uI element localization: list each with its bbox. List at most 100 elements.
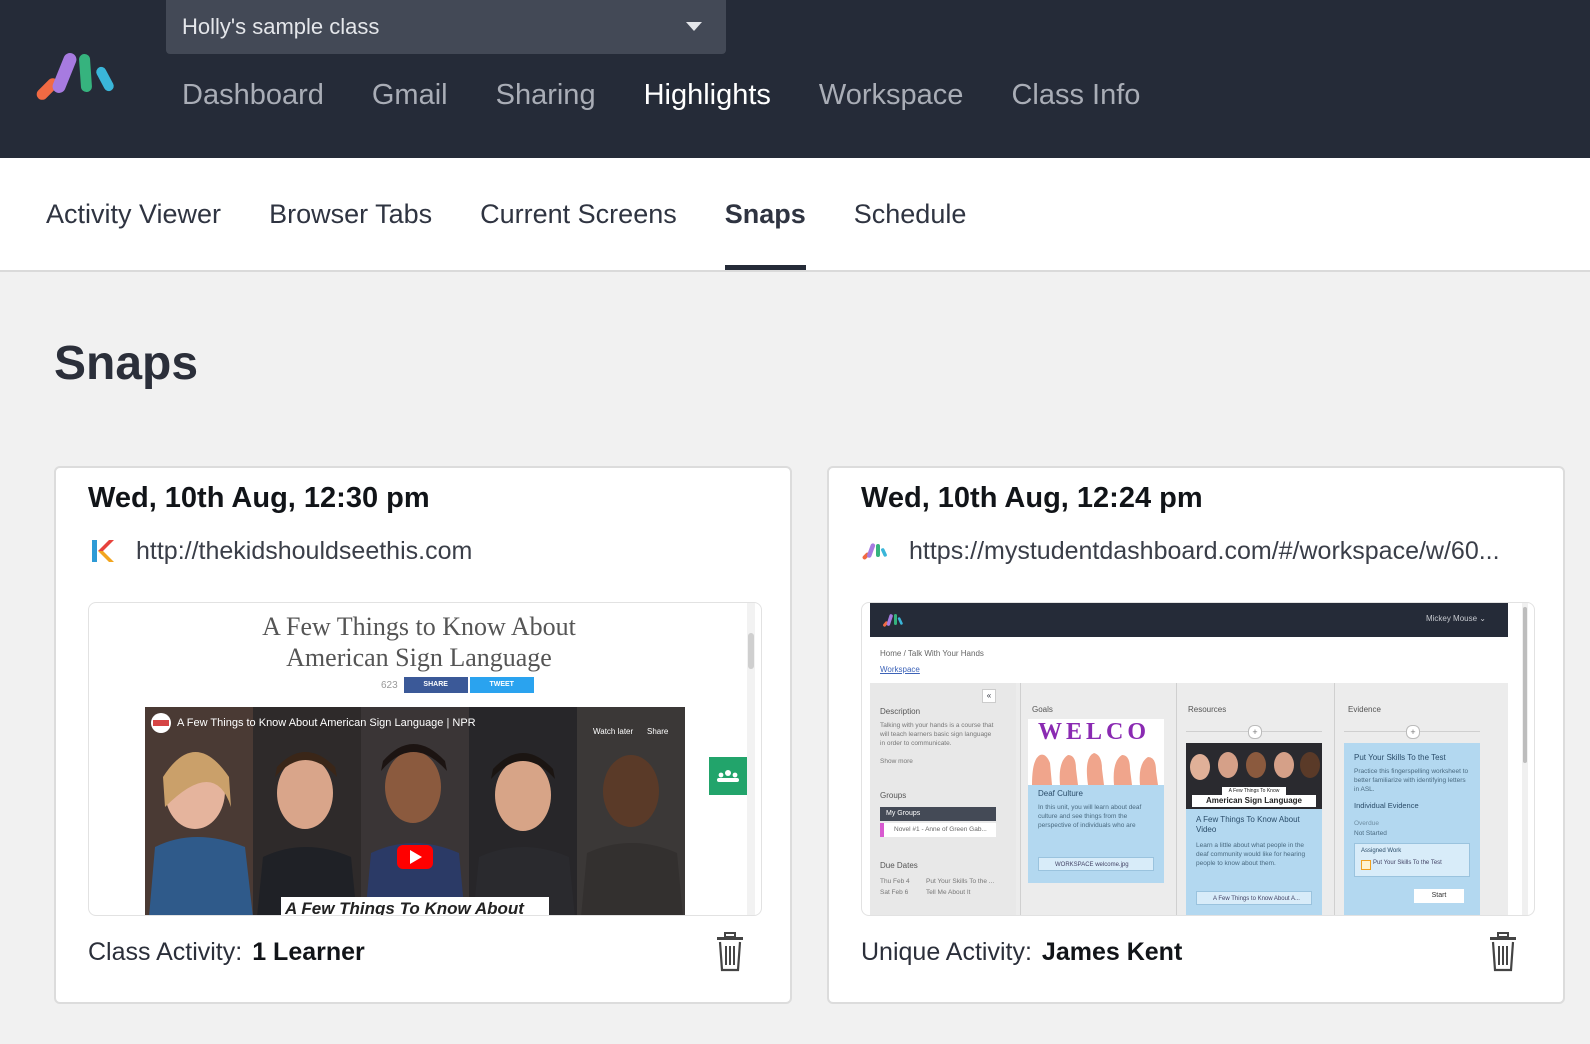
snap-thumbnail[interactable]: Mickey Mouse ⌄ Home / Talk With Your Han…: [861, 602, 1535, 916]
thumb-resource-title: A Few Things To Know About Video: [1196, 815, 1300, 834]
thumb-show-more: Show more: [880, 758, 913, 765]
caret-down-icon: [686, 22, 702, 31]
thumb-start-button: Start: [1414, 889, 1464, 903]
kidshouldsee-k-icon: [92, 540, 114, 562]
thumb-title-line1: A Few Things to Know About: [262, 612, 576, 641]
thumb-workspace-link: Workspace: [880, 665, 920, 674]
thumb-user-menu: Mickey Mouse ⌄: [1425, 614, 1486, 623]
thumb-due-head: Due Dates: [880, 861, 918, 870]
snap-time: Wed, 10th Aug, 12:24 pm: [861, 482, 1203, 514]
thumb-resources-head: Resources: [1188, 705, 1227, 714]
thumb-group-item: Novel #1 - Anne of Green Gab...: [880, 823, 996, 837]
thumb-due-1-item: Put Your Skills To the ...: [926, 878, 995, 885]
tab-current-screens[interactable]: Current Screens: [480, 158, 677, 270]
thumb-app-logo-icon: [883, 614, 903, 627]
thumb-asl-banner-small: A Few Things To Know About: [1222, 787, 1286, 802]
thumb-resource-card: A Few Things To Know About Video Learn a…: [1186, 809, 1322, 915]
thumb-due-2-item: Tell Me About It: [926, 889, 971, 896]
thumb-goal-card: Deaf Culture In this unit, you will lear…: [1028, 785, 1164, 883]
thumb-assigned-work: Assigned Work Put Your Skills To the Tes…: [1354, 843, 1470, 877]
thumb-evidence-title: Put Your Skills To the Test: [1354, 753, 1446, 762]
thumb-scrollbar: [747, 603, 755, 915]
nav-dashboard[interactable]: Dashboard: [182, 74, 324, 116]
snap-url-row[interactable]: https://mystudentdashboard.com/#/workspa…: [861, 534, 1500, 568]
trash-icon[interactable]: [1487, 932, 1519, 972]
snap-thumbnail[interactable]: A Few Things to Know About American Sign…: [88, 602, 762, 916]
thumb-page-title: A Few Things to Know About American Sign…: [89, 611, 749, 673]
thumb-evidence-card: Put Your Skills To the Test Practice thi…: [1344, 743, 1480, 915]
task-icon: [1361, 860, 1371, 870]
add-resource-icon: +: [1248, 725, 1262, 739]
nav-gmail[interactable]: Gmail: [372, 74, 448, 116]
video-title: A Few Things to Know About American Sign…: [177, 717, 476, 729]
collapse-icon: «: [982, 689, 996, 703]
add-evidence-icon: +: [1406, 725, 1420, 739]
snap-footer: Class Activity: 1 Learner: [88, 932, 758, 972]
sub-nav-bar: Activity Viewer Browser Tabs Current Scr…: [0, 158, 1590, 272]
snap-url: http://thekidshouldseethis.com: [136, 536, 473, 565]
nav-workspace[interactable]: Workspace: [819, 74, 964, 116]
thumb-overdue: Overdue: [1354, 820, 1379, 827]
thumb-twitter-share: TWEET: [469, 677, 534, 693]
snap-url: https://mystudentdashboard.com/#/workspa…: [909, 536, 1500, 565]
thumb-app-header: Mickey Mouse ⌄: [870, 603, 1508, 637]
mystudentdashboard-logo-icon: [862, 543, 887, 560]
thumb-description-head: Description: [880, 707, 921, 716]
video-people-image: [145, 707, 685, 915]
video-caption: A Few Things To Know About: [285, 899, 524, 916]
thumb-due-1-date: Thu Feb 4: [880, 878, 910, 885]
thumb-facebook-share: SHARE: [403, 677, 468, 693]
activity-value: 1 Learner: [252, 937, 365, 966]
thumb-not-started: Not Started: [1354, 830, 1387, 837]
thumb-goals-head: Goals: [1032, 705, 1053, 714]
thumb-due-2-date: Sat Feb 6: [880, 889, 909, 896]
page-title: Snaps: [54, 337, 199, 390]
thumb-share-bar: 623 SHARE TWEET: [381, 677, 534, 693]
hands-icon: [1032, 753, 1158, 785]
thumb-evidence-head: Evidence: [1348, 705, 1381, 714]
activity-value: James Kent: [1041, 937, 1183, 966]
thumb-groups-head: Groups: [880, 791, 907, 800]
thumb-assigned-work-label: Assigned Work: [1361, 848, 1402, 854]
thumb-resource-link: A Few Things to Know About A...: [1196, 891, 1312, 905]
thumb-description-text: Talking with your hands is a course that…: [880, 722, 994, 747]
snap-card: Wed, 10th Aug, 12:30 pm http://thekidsho…: [54, 466, 792, 1004]
thumb-workspace-body: « Description Talking with your hands is…: [870, 683, 1508, 915]
tab-activity-viewer[interactable]: Activity Viewer: [46, 158, 221, 270]
thumb-welcome-image: WELCO: [1028, 719, 1164, 785]
nav-sharing[interactable]: Sharing: [496, 74, 596, 116]
thumb-title-line2: American Sign Language: [286, 643, 552, 672]
snap-footer: Unique Activity: James Kent: [861, 932, 1531, 972]
thumb-asl-banner: American Sign Language: [1192, 795, 1316, 807]
tab-browser-tabs[interactable]: Browser Tabs: [269, 158, 432, 270]
main-nav: Dashboard Gmail Sharing Highlights Works…: [182, 74, 1188, 116]
nav-highlights[interactable]: Highlights: [644, 74, 771, 116]
thumb-welcome-word: WELCO: [1038, 719, 1151, 745]
thumb-video-frame: A Few Things to Know About American Sign…: [145, 707, 685, 916]
app-logo-icon[interactable]: [36, 50, 120, 106]
class-selector[interactable]: Holly's sample class: [166, 0, 726, 54]
thumb-resource-text: Learn a little about what people in the …: [1196, 842, 1306, 867]
sub-nav: Activity Viewer Browser Tabs Current Scr…: [46, 158, 1014, 270]
thumb-scrollbar: [1522, 603, 1528, 915]
thumb-individual-evidence: Individual Evidence: [1354, 801, 1419, 810]
tab-snaps[interactable]: Snaps: [724, 158, 806, 270]
thumb-breadcrumb: Home / Talk With Your Hands: [880, 649, 984, 658]
thumb-asl-image: A Few Things To Know About American Sign…: [1186, 743, 1322, 809]
nav-class-info[interactable]: Class Info: [1011, 74, 1140, 116]
thumb-deaf-culture-text: In this unit, you will learn about deaf …: [1038, 804, 1142, 829]
video-share: Share: [647, 727, 669, 736]
thumb-assigned-item: Put Your Skills To the Test: [1373, 860, 1442, 866]
tab-schedule[interactable]: Schedule: [854, 158, 967, 270]
thumb-deaf-culture: Deaf Culture: [1038, 789, 1083, 798]
video-watch-later: Watch later: [593, 727, 634, 736]
thumb-attachment: WORKSPACE welcome.jpg: [1038, 857, 1154, 871]
snap-time: Wed, 10th Aug, 12:30 pm: [88, 482, 430, 514]
thumb-evidence-text: Practice this fingerspelling worksheet t…: [1354, 768, 1469, 793]
class-selector-value: Holly's sample class: [182, 14, 380, 39]
snap-url-row[interactable]: http://thekidshouldseethis.com: [88, 534, 472, 568]
thumb-share-count: 623: [381, 679, 398, 691]
snap-card: Wed, 10th Aug, 12:24 pm https://mystuden…: [827, 466, 1565, 1004]
trash-icon[interactable]: [714, 932, 746, 972]
top-header: Holly's sample class Dashboard Gmail Sha…: [0, 0, 1590, 158]
